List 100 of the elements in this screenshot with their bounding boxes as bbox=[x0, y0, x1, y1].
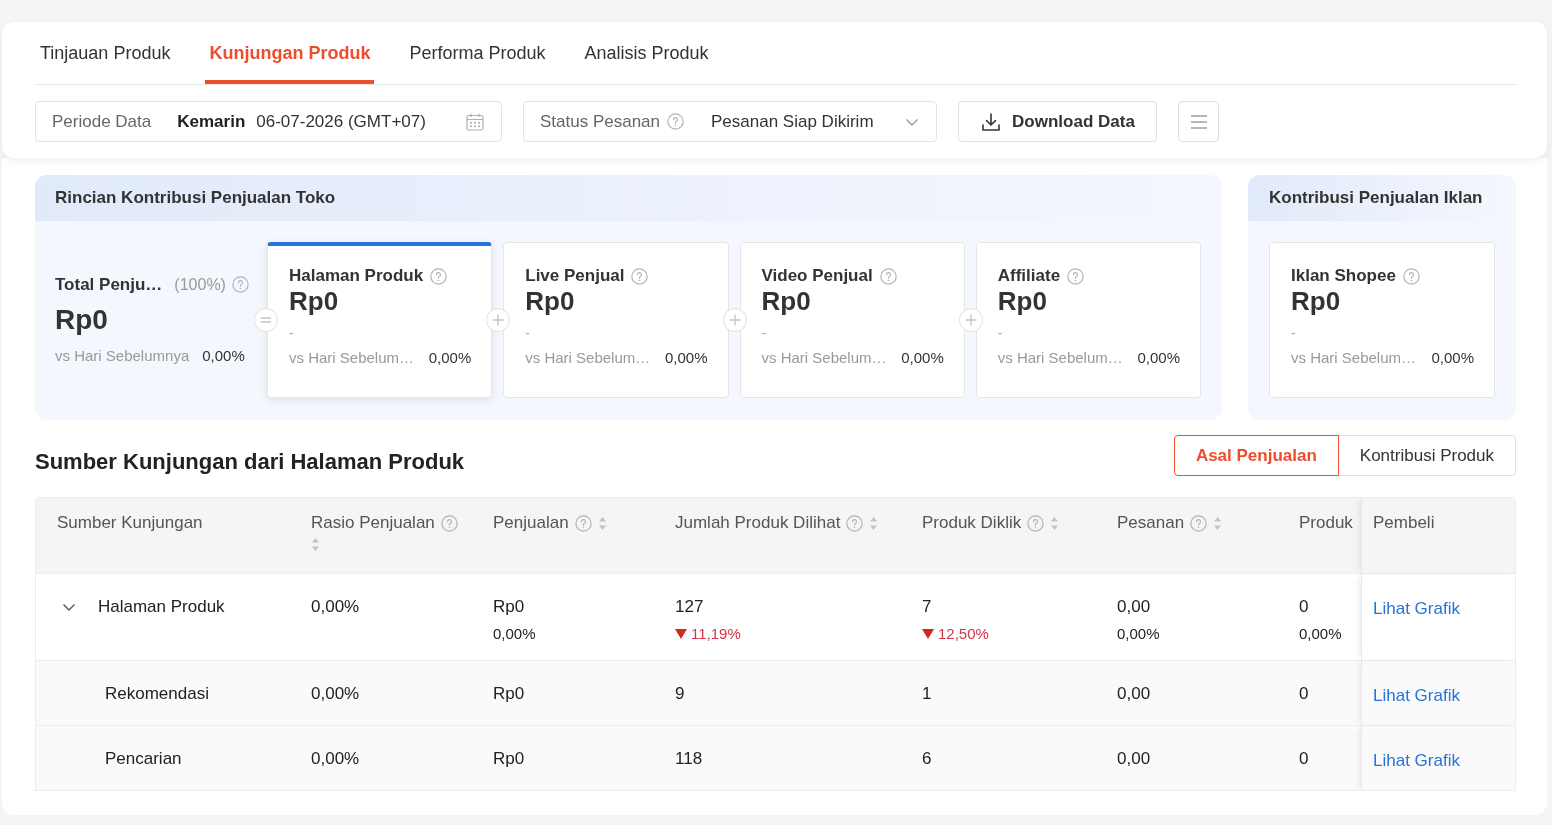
change-value: 0,00% bbox=[1117, 625, 1160, 643]
table-value: 0,00 bbox=[1117, 684, 1151, 704]
help-icon bbox=[1402, 267, 1420, 285]
equals-icon bbox=[254, 308, 278, 332]
table-value: 0,00% bbox=[311, 749, 360, 769]
section-title: Sumber Kunjungan dari Halaman Produk bbox=[35, 448, 465, 476]
compare-value: 0,00% bbox=[1431, 348, 1474, 368]
change-value: 0,00% bbox=[493, 625, 536, 643]
row-label: Rekomendasi bbox=[105, 684, 209, 704]
menu-button[interactable] bbox=[1178, 101, 1219, 142]
help-icon bbox=[1067, 267, 1085, 285]
help-icon bbox=[430, 267, 448, 285]
table-value: 0,00 bbox=[1117, 749, 1151, 769]
table-value: Rp0 bbox=[493, 684, 525, 704]
table-value: Rp0 bbox=[493, 749, 525, 769]
help-icon bbox=[846, 514, 864, 532]
calendar-icon bbox=[465, 111, 485, 132]
column-header[interactable]: Produk Diklik bbox=[922, 512, 1022, 534]
view-toggle[interactable]: Asal Penjualan bbox=[1173, 435, 1339, 476]
metric-card[interactable]: Iklan Shopee Rp0 - vs Hari Sebelum… 0,00% bbox=[1269, 242, 1495, 398]
date-picker[interactable]: Periode Data Kemarin 06-07-2026 (GMT+07) bbox=[35, 101, 502, 142]
dropdown-value: Pesanan Siap Dikirim bbox=[711, 111, 874, 132]
metric-note: - bbox=[525, 324, 530, 342]
tab[interactable]: Analisis Produk bbox=[580, 22, 713, 84]
table-value: 6 bbox=[922, 749, 932, 769]
column-header[interactable]: Penjualan bbox=[493, 512, 569, 534]
compare-label: vs Hari Sebelumnya bbox=[55, 345, 190, 366]
view-toggle[interactable]: Kontribusi Produk bbox=[1337, 435, 1516, 476]
tab[interactable]: Kunjungan Produk bbox=[205, 22, 375, 84]
help-icon bbox=[631, 267, 649, 285]
help-icon bbox=[667, 113, 685, 130]
metric-card[interactable]: Video Penjual Rp0 - vs Hari Sebelum… 0,00% bbox=[739, 242, 965, 398]
tab[interactable]: Performa Produk bbox=[405, 22, 550, 84]
table-value: 0,00 bbox=[1117, 597, 1151, 617]
metric-card[interactable]: Live Penjual Rp0 - vs Hari Sebelum… 0,00% bbox=[503, 242, 729, 398]
compare-label: vs Hari Sebelum… bbox=[289, 348, 415, 368]
table-value: 0 bbox=[1299, 597, 1309, 617]
plus-icon bbox=[486, 308, 511, 332]
table-value: 9 bbox=[675, 684, 685, 704]
field-label: Status Pesanan bbox=[540, 111, 661, 132]
chart-link[interactable]: Lihat Grafik bbox=[1373, 751, 1460, 771]
date-preset: Kemarin bbox=[177, 111, 246, 132]
share-label: (100%) bbox=[174, 275, 226, 294]
compare-label: vs Hari Sebelum… bbox=[761, 348, 887, 368]
help-icon bbox=[231, 276, 249, 293]
sort-icon[interactable] bbox=[597, 515, 607, 531]
column-header: Sumber Kunjungan bbox=[57, 512, 203, 534]
date-value: 06-07-2026 (GMT+07) bbox=[256, 111, 426, 132]
metric-value: Rp0 bbox=[761, 287, 811, 315]
metric-value: Rp0 bbox=[997, 287, 1047, 315]
compare-label: vs Hari Sebelum… bbox=[997, 348, 1123, 368]
down-triangle-icon bbox=[922, 629, 934, 639]
table-value: Rp0 bbox=[493, 597, 525, 617]
table-value: 0,00% bbox=[311, 684, 360, 704]
help-icon bbox=[1027, 514, 1045, 532]
sort-icon[interactable] bbox=[1050, 515, 1060, 531]
metric-title: Halaman Produk bbox=[289, 266, 424, 286]
sort-icon[interactable] bbox=[1213, 515, 1223, 531]
metric-card[interactable]: Affiliate Rp0 - vs Hari Sebelum… 0,00% bbox=[975, 242, 1201, 398]
down-triangle-icon bbox=[675, 629, 687, 639]
chart-link[interactable]: Lihat Grafik bbox=[1373, 599, 1460, 619]
help-icon bbox=[1190, 514, 1208, 532]
table-value: 118 bbox=[675, 749, 703, 769]
change-value: 11,19% bbox=[691, 625, 741, 643]
plus-icon bbox=[722, 308, 747, 332]
table-value: 0 bbox=[1299, 684, 1309, 704]
compare-label: vs Hari Sebelum… bbox=[525, 348, 651, 368]
column-header: Pembeli bbox=[1373, 512, 1435, 534]
plus-icon bbox=[958, 308, 983, 332]
help-icon bbox=[879, 267, 897, 285]
metric-label: Total Penju… bbox=[55, 274, 163, 295]
sort-icon[interactable] bbox=[311, 537, 320, 552]
table-value: 1 bbox=[922, 684, 932, 704]
metric-title: Affiliate bbox=[997, 266, 1061, 286]
compare-value: 0,00% bbox=[428, 348, 472, 368]
table-value: 127 bbox=[675, 597, 704, 617]
metric-note: - bbox=[997, 324, 1003, 342]
compare-value: 0,00% bbox=[901, 348, 944, 368]
metric-value: Rp0 bbox=[289, 287, 339, 315]
column-header[interactable]: Jumlah Produk Dilihat bbox=[675, 512, 841, 534]
metric-title: Video Penjual bbox=[761, 266, 873, 286]
compare-value: 0,00% bbox=[202, 345, 245, 366]
metric-value: Rp0 bbox=[525, 287, 575, 315]
sort-icon[interactable] bbox=[869, 515, 879, 531]
metric-card[interactable]: Halaman Produk Rp0 - vs Hari Sebelum… 0,00% bbox=[267, 242, 493, 398]
status-dropdown[interactable]: Status Pesanan Pesanan Siap Dikirim bbox=[523, 101, 937, 142]
column-header: Produk bbox=[1299, 512, 1353, 534]
field-label: Periode Data bbox=[52, 111, 152, 132]
column-header[interactable]: Pesanan bbox=[1117, 512, 1185, 534]
metric-note: - bbox=[289, 324, 294, 342]
metric-value: Rp0 bbox=[55, 302, 108, 337]
table-value: 0,00% bbox=[311, 597, 360, 617]
change-value: 12,50% bbox=[938, 625, 989, 643]
menu-icon bbox=[1189, 113, 1208, 130]
download-button[interactable]: Download Data bbox=[958, 101, 1157, 142]
tab[interactable]: Tinjauan Produk bbox=[36, 22, 175, 84]
column-header[interactable]: Rasio Penjualan bbox=[311, 512, 435, 534]
compare-value: 0,00% bbox=[664, 348, 708, 368]
download-icon bbox=[980, 110, 1003, 133]
chart-link[interactable]: Lihat Grafik bbox=[1373, 686, 1460, 706]
